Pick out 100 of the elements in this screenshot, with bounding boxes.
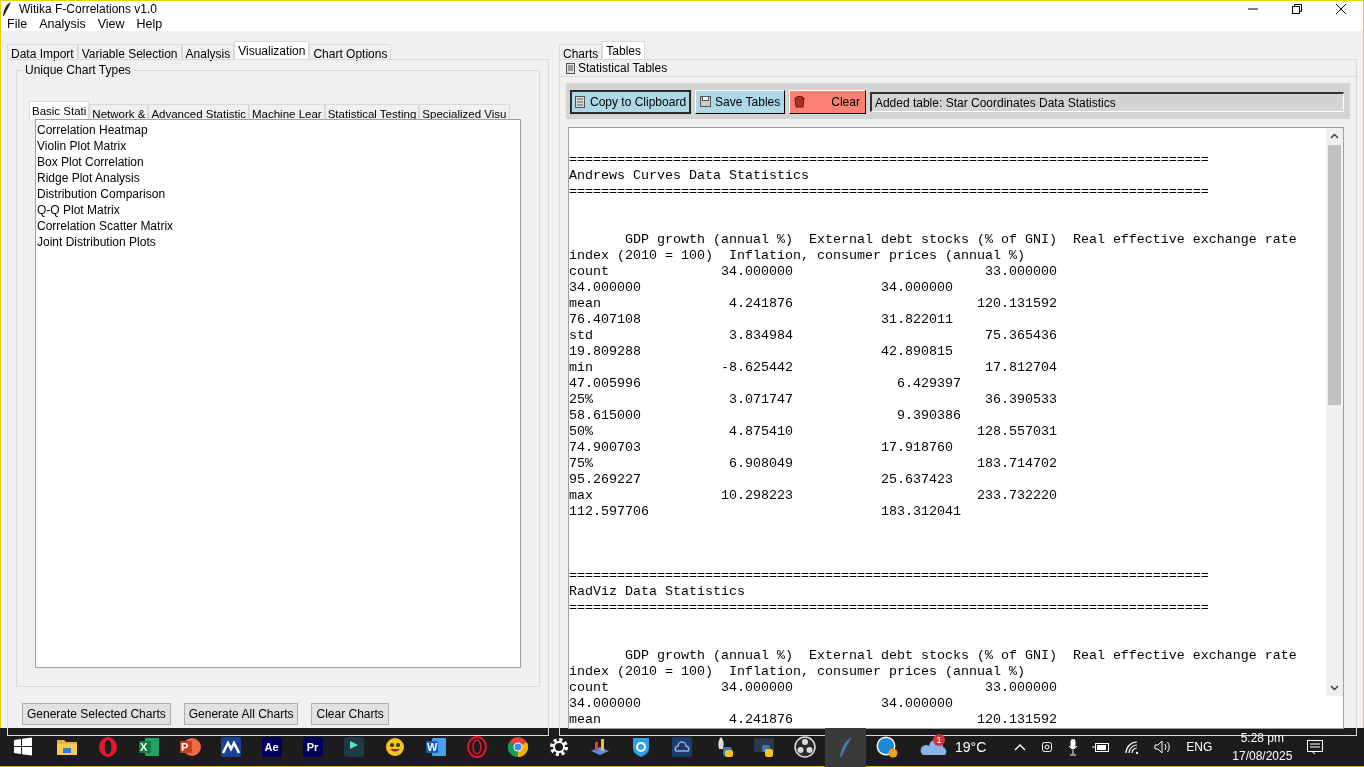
python-icon [751,735,776,759]
section-label: Statistical Tables [578,61,668,75]
list-item[interactable]: Box Plot Correlation [36,154,520,170]
presentation-app-icon [177,735,202,759]
separator-line: ================================================================================ [569,184,1209,200]
menu-item[interactable]: View [91,17,131,31]
list-item[interactable]: Correlation Heatmap [36,122,520,138]
text-line: 34.000000 34.000000 [569,280,953,296]
clipboard-icon [566,62,575,74]
list-item[interactable]: Violin Plot Matrix [36,138,520,154]
text-line: 50% 4.875410 128.557031 [569,424,1057,440]
camera-icon[interactable] [1040,739,1055,755]
tab[interactable]: Basic Stati [29,101,90,119]
restore-icon[interactable] [1291,3,1303,15]
toolbar-button[interactable]: Clear [789,90,866,114]
battery-icon[interactable] [1092,741,1111,753]
taskbar-button[interactable]: P [169,727,210,767]
text-line: index (2010 = 100) Inflation, consumer prices (annual %) [569,248,1025,264]
notification-icon[interactable] [1306,739,1325,755]
menu-item[interactable]: Analysis [33,17,92,31]
video-editor-icon [341,735,366,759]
status-field: Added table: Star Coordinates Data Statistics [869,92,1344,112]
spreadsheet-app-icon [136,735,161,759]
taskbar-button[interactable]: X [128,727,169,767]
text-line: index (2010 = 100) Inflation, consumer prices (annual %) [569,664,1025,680]
tab[interactable]: Tables [602,41,646,59]
separator-line: ================================================================================ [569,600,1209,616]
window-title: Witika F-Correlations v1.0 [19,2,158,16]
text-line: GDP growth (annual %) External debt stocks (% of GNI) Real effective exchange rate [624,648,1297,664]
list-item[interactable]: Distribution Comparison [36,186,520,202]
taskbar-button[interactable] [825,727,866,767]
text-line: 112.597706 183.312041 [569,504,961,520]
scrollbar-drawing[interactable] [1326,128,1343,696]
cloud-app-icon [669,735,694,759]
text-line: 75% 6.908049 183.714702 [569,456,1057,472]
text-line: min -8.625442 17.812704 [569,360,1057,376]
tab[interactable]: Analysis [181,44,235,59]
tab[interactable]: Advanced Statistic [148,104,249,119]
microphone-icon[interactable] [1068,738,1079,756]
text-line: GDP growth (annual %) External debt stocks (% of GNI) Real effective exchange rate [624,232,1297,248]
language-indicator[interactable]: ENG [1186,740,1213,754]
feather-icon [1,1,13,17]
document-app-icon [423,735,448,759]
text-line: count 34.000000 33.000000 [569,680,1057,696]
group-label: Unique Chart Types [23,63,133,77]
browser-icon [505,735,530,759]
clipboard-icon [575,96,586,108]
close-icon[interactable] [1335,3,1347,15]
list-item[interactable]: Ridge Plot Analysis [36,170,520,186]
taskbar-button[interactable]: Pr [292,727,333,767]
tab[interactable]: Chart Options [309,44,392,59]
text-line: max 10.298223 233.732220 [569,488,1057,504]
text-line: 19.809288 42.890815 [569,344,953,360]
action-button[interactable]: Clear Charts [311,703,389,725]
menu-item[interactable]: Help [130,17,169,31]
tab[interactable]: Data Import [7,44,78,59]
ring-icon [464,735,489,759]
list-item[interactable]: Correlation Scatter Matrix [36,218,520,234]
trash-icon [794,96,806,108]
list-item[interactable]: Q-Q Plot Matrix [36,202,520,218]
separator-line: ================================================================================ [569,568,1209,584]
text-line: 25% 3.071747 36.390533 [569,392,1057,408]
tab[interactable]: Machine Lear [249,104,325,119]
text-line: 76.407108 31.822011 [569,312,953,328]
action-button[interactable]: Generate Selected Charts [22,703,171,725]
tab[interactable]: Variable Selection [77,44,182,59]
list-item[interactable]: Joint Distribution Plots [36,234,520,250]
action-button[interactable]: Generate All Charts [183,703,299,725]
text-line: std 3.834984 75.365436 [569,328,1057,344]
tab[interactable]: Network & [89,104,149,119]
taskbar-button[interactable]: Ae [251,727,292,767]
text-line: mean 4.241876 120.131592 [569,712,1057,728]
separator-line: ================================================================================ [569,152,1209,168]
help-icon [874,735,899,759]
notification-badge: 1 [933,734,945,746]
text-line: 95.269227 25.637423 [569,472,953,488]
tab[interactable]: Charts [559,44,603,59]
toolbar-button[interactable]: Save Tables [695,90,786,114]
temperature-label[interactable]: 19°C [955,739,987,755]
toolbar-button[interactable]: Copy to Clipboard [570,90,692,114]
table-title: Andrews Curves Data Statistics [569,168,809,184]
mountain-app-icon [218,735,243,759]
taskbar-button[interactable]: W [415,727,456,767]
chevron-up-icon[interactable] [1014,743,1027,751]
tab[interactable]: Specialized Visu [419,104,510,119]
clock-date[interactable]: 17/08/2025 [1232,748,1293,764]
text-line: 74.900703 17.918760 [569,440,953,456]
video-app-icon [259,735,284,759]
video-app-icon [300,735,325,759]
text-line: count 34.000000 33.000000 [569,264,1057,280]
table-title: RadViz Data Statistics [569,584,745,600]
text-line: 47.005996 6.429397 [569,376,961,392]
text-line: mean 4.241876 120.131592 [569,296,1057,312]
text-line: 58.615000 9.390386 [569,408,961,424]
wifi-icon[interactable] [1124,740,1141,754]
tab[interactable]: Visualization [234,41,310,59]
text-line: 34.000000 34.000000 [569,696,953,712]
speaker-icon[interactable] [1154,740,1173,754]
tab[interactable]: Statistical Testing [324,104,420,119]
menu-item[interactable]: File [1,17,34,31]
